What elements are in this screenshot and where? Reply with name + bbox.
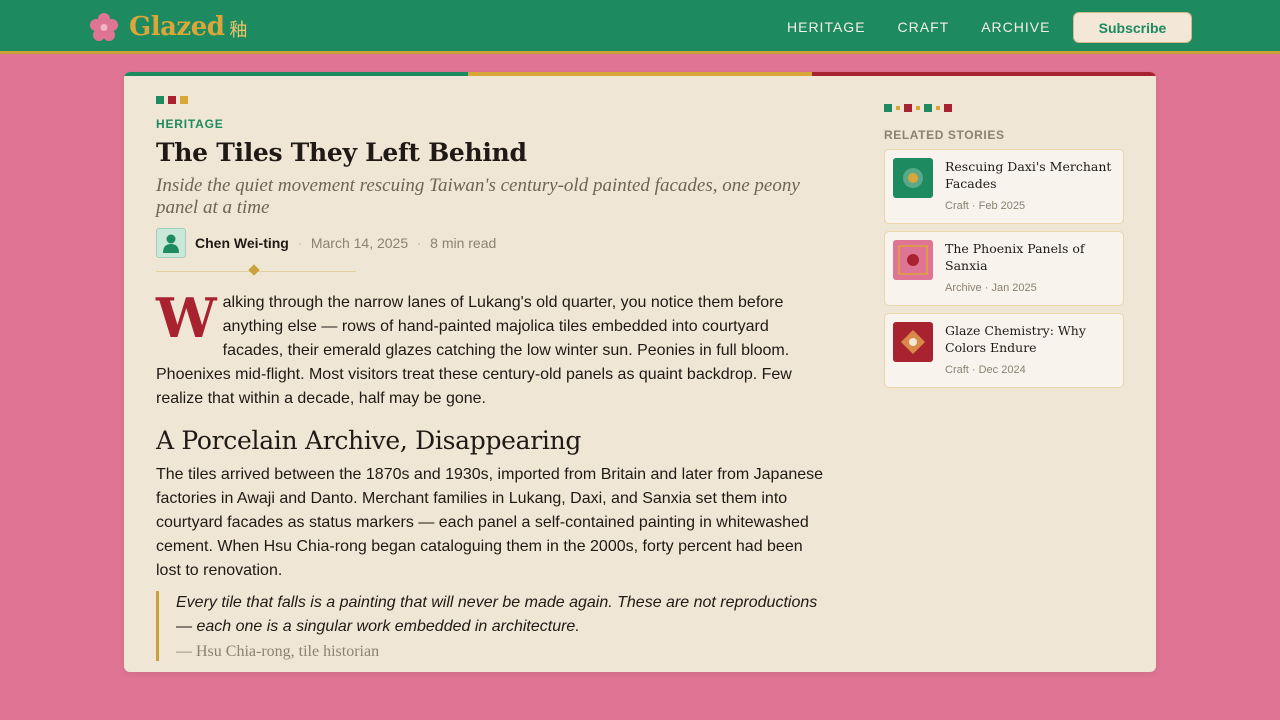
gold-dot [916, 106, 920, 110]
drop-cap: W [156, 286, 217, 350]
sidebar-decorative-dots [884, 104, 1124, 112]
red-dot [904, 104, 912, 112]
diamond-icon [248, 264, 260, 276]
nav-heritage-link[interactable]: HERITAGE [787, 19, 866, 35]
nav-archive-link[interactable]: ARCHIVE [981, 19, 1050, 35]
gold-dot [180, 96, 188, 104]
story-meta: Archive · Jan 2025 [945, 282, 1037, 294]
red-tile-icon [893, 322, 933, 362]
green-dot [924, 104, 932, 112]
top-navigation-bar: Glazed 釉 HERITAGE CRAFT ARCHIVE Subscrib… [0, 0, 1280, 54]
brand[interactable]: Glazed 釉 [89, 11, 247, 43]
related-story-card[interactable]: The Phoenix Panels of Sanxia Archive · J… [884, 231, 1124, 306]
related-story-card[interactable]: Rescuing Daxi's Merchant Facades Craft ·… [884, 149, 1124, 224]
story-title: The Phoenix Panels of Sanxia [945, 241, 1085, 273]
quote-citation: — Hsu Chia-rong, tile historian [176, 643, 380, 660]
intro-paragraph: Walking through the narrow lanes of Luka… [156, 291, 831, 411]
green-stripe [124, 72, 468, 76]
divider-ornament [156, 264, 356, 277]
article-card: HERITAGE The Tiles They Left Behind Insi… [124, 72, 1156, 672]
related-stories-heading: RELATED STORIES [884, 128, 1005, 142]
article-subtitle: Inside the quiet movement rescuing Taiwa… [156, 175, 800, 218]
green-dot [884, 104, 892, 112]
story-meta: Craft · Dec 2024 [945, 364, 1026, 376]
red-dot [944, 104, 952, 112]
intro-text: alking through the narrow lanes of Lukan… [156, 294, 792, 407]
red-stripe [812, 72, 1156, 76]
related-story-card[interactable]: Glaze Chemistry: Why Colors Endure Craft… [884, 313, 1124, 388]
pink-tile-icon [893, 240, 933, 280]
separator: · [297, 236, 302, 250]
story-title: Glaze Chemistry: Why Colors Endure [945, 323, 1086, 355]
nav-craft-link[interactable]: CRAFT [898, 19, 950, 35]
quote-text: Every tile that falls is a painting that… [176, 594, 818, 635]
article-title: The Tiles They Left Behind [156, 138, 527, 167]
plum-blossom-icon [89, 12, 119, 42]
pull-quote: Every tile that falls is a painting that… [156, 591, 831, 661]
gold-dot [896, 106, 900, 110]
read-time: 8 min read [430, 235, 497, 251]
brand-name: Glazed [129, 12, 225, 42]
article: HERITAGE The Tiles They Left Behind Insi… [156, 96, 831, 672]
separator: · [417, 236, 422, 250]
green-dot [156, 96, 164, 104]
section-heading: A Porcelain Archive, Disappearing [156, 426, 582, 455]
publish-date: March 14, 2025 [310, 235, 409, 251]
gold-dot [936, 106, 940, 110]
story-meta: Craft · Feb 2025 [945, 200, 1026, 212]
subscribe-button[interactable]: Subscribe [1073, 12, 1192, 43]
category-label[interactable]: HERITAGE [156, 117, 831, 131]
green-tile-icon [893, 158, 933, 198]
story-title: Rescuing Daxi's Merchant Facades [945, 159, 1112, 191]
gold-stripe [468, 72, 812, 76]
author-avatar-icon[interactable] [156, 228, 186, 258]
related-sidebar: RELATED STORIES Rescuing Daxi's Merchant… [884, 104, 1124, 388]
decorative-dots [156, 96, 831, 104]
main-nav: HERITAGE CRAFT ARCHIVE [787, 19, 1082, 35]
red-dot [168, 96, 176, 104]
author-name[interactable]: Chen Wei-ting [195, 235, 289, 251]
section-paragraph: The tiles arrived between the 1870s and … [156, 466, 824, 579]
byline: Chen Wei-ting · March 14, 2025 · 8 min r… [156, 227, 831, 259]
brand-glyph: 釉 [229, 20, 248, 41]
